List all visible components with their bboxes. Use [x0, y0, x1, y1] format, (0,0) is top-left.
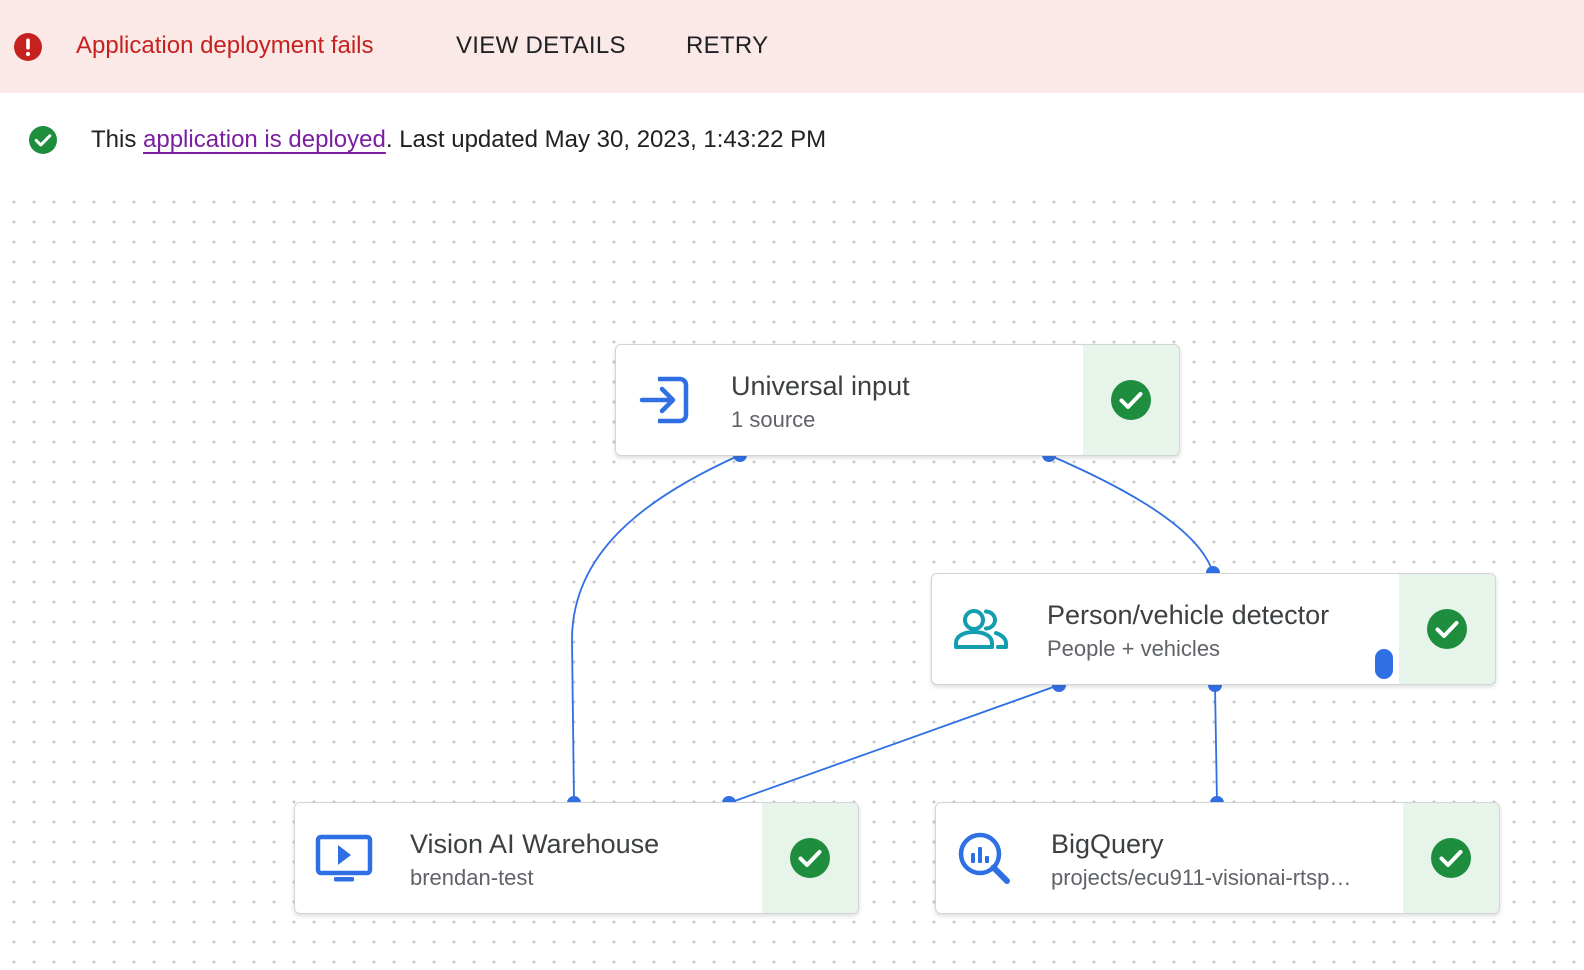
video-monitor-icon	[315, 834, 373, 882]
view-details-button[interactable]: VIEW DETAILS	[456, 30, 626, 62]
node-status-deployed	[762, 803, 858, 913]
check-circle-icon	[790, 838, 830, 878]
node-universal-input[interactable]: Universal input 1 source	[615, 344, 1180, 456]
node-status-deployed	[1403, 803, 1499, 913]
node-vision-ai-warehouse[interactable]: Vision AI Warehouse brendan-test	[294, 802, 859, 914]
node-person-vehicle-detector[interactable]: Person/vehicle detector People + vehicle…	[931, 573, 1496, 685]
status-suffix: . Last updated May 30, 2023, 1:43:22 PM	[385, 126, 827, 153]
node-subtitle: People + vehicles	[1047, 636, 1221, 661]
status-text: This application is deployed. Last updat…	[91, 125, 826, 155]
error-message: Application deployment fails	[76, 32, 374, 59]
deployment-status: This application is deployed. Last updat…	[0, 93, 1584, 188]
node-title: Universal input	[731, 371, 910, 401]
node-title: Vision AI Warehouse	[410, 829, 660, 859]
check-circle-icon	[1111, 380, 1151, 420]
node-subtitle: 1 source	[731, 407, 816, 432]
check-circle-icon	[29, 126, 57, 154]
check-circle-icon	[1431, 838, 1471, 878]
retry-button[interactable]: RETRY	[686, 30, 768, 62]
node-status-deployed	[1399, 574, 1495, 684]
people-icon	[954, 609, 1008, 649]
input-icon	[639, 376, 689, 424]
node-drag-handle[interactable]	[1375, 649, 1393, 679]
node-subtitle: brendan-test	[410, 865, 534, 890]
node-title: BigQuery	[1051, 829, 1164, 859]
application-deployed-link[interactable]: application is deployed	[143, 126, 386, 153]
bigquery-icon	[958, 832, 1010, 884]
node-bigquery[interactable]: BigQuery projects/ecu911-visionai-rtsp…	[935, 802, 1500, 914]
check-circle-icon	[1427, 609, 1467, 649]
status-prefix: This	[91, 126, 144, 153]
error-icon	[14, 33, 42, 61]
node-status-deployed	[1083, 345, 1179, 455]
error-banner: Application deployment fails VIEW DETAIL…	[0, 0, 1584, 93]
node-title: Person/vehicle detector	[1047, 600, 1330, 630]
node-subtitle: projects/ecu911-visionai-rtsp…	[1051, 865, 1352, 890]
